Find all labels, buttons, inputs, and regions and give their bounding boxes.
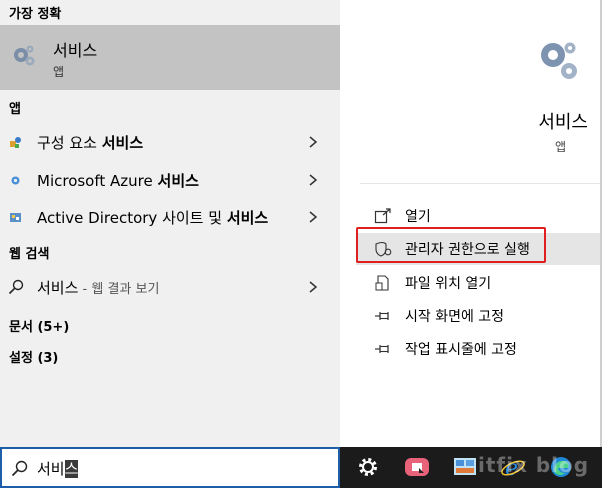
divider bbox=[360, 183, 602, 184]
taskbar-media-app[interactable] bbox=[392, 447, 440, 488]
control-panel-icon bbox=[454, 458, 476, 475]
file-icon bbox=[375, 275, 389, 291]
watermark: itfix blog bbox=[478, 453, 590, 477]
search-results-pane: 가장 정확 서비스 앱 앱 구성 요소 서비스 Microsoft Azure … bbox=[0, 0, 340, 447]
app-item-label-prefix: Active Directory 사이트 및 bbox=[37, 209, 227, 227]
web-search-item[interactable]: 서비스 - 웹 결과 보기 bbox=[0, 270, 340, 304]
gear-icon bbox=[359, 458, 377, 476]
taskbar: 서비스 e itfix blog bbox=[0, 447, 602, 488]
detail-pane: 서비스 앱 열기 관리자 권한으로 실행 파일 위치 열기 시작 화면에 고정 … bbox=[340, 0, 602, 447]
apps-header: 앱 bbox=[9, 102, 21, 117]
highlight-box bbox=[356, 227, 546, 263]
search-typed-text: 서비 bbox=[37, 460, 65, 478]
best-match-header: 가장 정확 bbox=[9, 7, 62, 22]
app-item-label-prefix: 구성 요소 bbox=[37, 134, 102, 152]
best-match-services[interactable]: 서비스 앱 bbox=[0, 25, 340, 90]
chevron-right-icon[interactable] bbox=[306, 207, 320, 227]
azure-services-icon bbox=[11, 176, 20, 185]
app-item-label-prefix: Microsoft Azure bbox=[37, 172, 158, 190]
detail-title: 서비스 bbox=[538, 112, 588, 133]
best-match-title: 서비스 bbox=[53, 41, 98, 60]
open-icon bbox=[374, 208, 391, 224]
action-pin-start[interactable]: 시작 화면에 고정 bbox=[356, 300, 602, 332]
search-icon bbox=[8, 279, 24, 295]
pin-icon bbox=[375, 345, 389, 353]
documents-header[interactable]: 문서 (5+) bbox=[9, 316, 69, 335]
app-item-label-bold: 서비스 bbox=[101, 134, 144, 152]
search-selected-text: 스 bbox=[64, 460, 79, 478]
chevron-right-icon[interactable] bbox=[306, 170, 320, 190]
action-open-file-location[interactable]: 파일 위치 열기 bbox=[356, 267, 602, 299]
web-search-suffix: - 웹 결과 보기 bbox=[78, 282, 160, 297]
action-pin-taskbar[interactable]: 작업 표시줄에 고정 bbox=[356, 333, 602, 365]
web-search-header: 웹 검색 bbox=[9, 247, 50, 262]
component-services-icon bbox=[10, 137, 21, 148]
app-item-azure-services[interactable]: Microsoft Azure 서비스 bbox=[0, 163, 340, 197]
gears-icon bbox=[541, 42, 577, 79]
app-item-ad-sites-services[interactable]: Active Directory 사이트 및 서비스 bbox=[0, 200, 340, 234]
search-input[interactable]: 서비스 bbox=[0, 447, 340, 488]
settings-header[interactable]: 설정 (3) bbox=[9, 347, 58, 366]
chevron-right-icon[interactable] bbox=[306, 277, 320, 297]
app-item-component-services[interactable]: 구성 요소 서비스 bbox=[0, 125, 340, 159]
taskbar-settings[interactable] bbox=[344, 447, 392, 488]
search-icon bbox=[11, 460, 28, 477]
gears-icon bbox=[14, 45, 35, 66]
action-label: 작업 표시줄에 고정 bbox=[405, 342, 517, 358]
detail-subtitle: 앱 bbox=[554, 140, 566, 154]
pin-icon bbox=[375, 312, 389, 320]
best-match-subtitle: 앱 bbox=[53, 65, 65, 79]
web-search-query: 서비스 bbox=[37, 279, 79, 297]
action-label: 파일 위치 열기 bbox=[405, 276, 492, 292]
action-label: 열기 bbox=[405, 209, 431, 225]
action-label: 시작 화면에 고정 bbox=[405, 309, 505, 325]
media-app-icon bbox=[405, 458, 429, 476]
app-item-label-bold: 서비스 bbox=[226, 209, 269, 227]
chevron-right-icon[interactable] bbox=[306, 132, 320, 152]
active-directory-icon bbox=[10, 213, 21, 222]
app-item-label-bold: 서비스 bbox=[157, 172, 199, 190]
